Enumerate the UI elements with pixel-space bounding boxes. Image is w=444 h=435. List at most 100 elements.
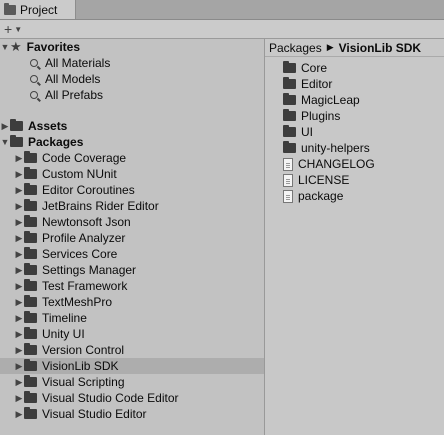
tree-item-package[interactable]: ▶ Test Framework <box>0 278 264 294</box>
tab-bar: Project <box>0 0 444 20</box>
package-label: Custom NUnit <box>42 167 117 181</box>
expand-arrow-icon[interactable]: ▶ <box>14 201 24 212</box>
content-label: Core <box>301 61 328 75</box>
folder-icon <box>10 119 23 131</box>
tree-item-assets[interactable]: ▶ Assets <box>0 118 264 134</box>
tree-item-package[interactable]: ▶ Settings Manager <box>0 262 264 278</box>
favorites-label: Favorites <box>26 40 81 54</box>
tree-item-package[interactable]: ▶ Code Coverage <box>0 150 264 166</box>
collapse-arrow-icon[interactable]: ▼ <box>0 137 10 147</box>
search-icon <box>30 91 38 99</box>
file-icon <box>283 173 293 187</box>
tree-item-package[interactable]: ▶ JetBrains Rider Editor <box>0 198 264 214</box>
folder-tree-panel: ▼ ★ Favorites All Materials All Models A… <box>0 39 265 435</box>
tab-project[interactable]: Project <box>0 0 76 19</box>
expand-arrow-icon[interactable]: ▶ <box>14 249 24 260</box>
package-label: Visual Scripting <box>42 375 125 389</box>
expand-arrow-icon[interactable]: ▶ <box>14 185 24 196</box>
folder-icon <box>24 295 37 307</box>
content-folder-item[interactable]: Editor <box>283 76 332 92</box>
tree-item-package[interactable]: ▶ Visual Studio Editor <box>0 406 264 422</box>
expand-arrow-icon[interactable]: ▶ <box>14 217 24 228</box>
folder-icon <box>24 183 37 195</box>
package-label: Profile Analyzer <box>42 231 126 245</box>
favorite-item[interactable]: All Prefabs <box>0 87 264 103</box>
favorite-label: All Materials <box>45 56 111 70</box>
breadcrumb-root[interactable]: Packages <box>269 41 322 55</box>
content-label: UI <box>301 125 313 139</box>
favorite-item[interactable]: All Models <box>0 71 264 87</box>
expand-arrow-icon[interactable]: ▶ <box>14 329 24 340</box>
folder-icon <box>24 151 37 163</box>
expand-arrow-icon[interactable]: ▶ <box>0 121 10 132</box>
expand-arrow-icon[interactable]: ▶ <box>14 281 24 292</box>
expand-arrow-icon[interactable]: ▶ <box>14 313 24 324</box>
tree-item-packages[interactable]: ▼ Packages <box>0 134 264 150</box>
content-label: package <box>298 189 344 203</box>
add-button[interactable]: + ▼ <box>4 21 22 37</box>
search-icon <box>30 75 38 83</box>
tree-item-package[interactable]: ▶ Timeline <box>0 310 264 326</box>
content-folder-item[interactable]: unity-helpers <box>283 140 370 156</box>
folder-icon <box>24 327 37 339</box>
content-file-item[interactable]: CHANGELOG <box>283 156 375 172</box>
folder-icon <box>24 375 37 387</box>
plus-icon: + <box>4 21 13 37</box>
expand-arrow-icon[interactable]: ▶ <box>14 345 24 356</box>
tree-item-package[interactable]: ▶ TextMeshPro <box>0 294 264 310</box>
expand-arrow-icon[interactable]: ▶ <box>14 361 24 372</box>
content-label: LICENSE <box>298 173 350 187</box>
folder-icon <box>24 279 37 291</box>
tab-label: Project <box>20 2 58 17</box>
tree-item-package[interactable]: ▶ Services Core <box>0 246 264 262</box>
file-icon <box>283 189 293 203</box>
tree-item-package[interactable]: ▶ Newtonsoft Json <box>0 214 264 230</box>
expand-arrow-icon[interactable]: ▶ <box>14 233 24 244</box>
content-folder-item[interactable]: Core <box>283 60 327 76</box>
content-label: MagicLeap <box>301 93 360 107</box>
package-label: Timeline <box>42 311 87 325</box>
tree-item-favorites[interactable]: ▼ ★ Favorites <box>0 39 264 55</box>
package-label: Visual Studio Code Editor <box>42 391 179 405</box>
expand-arrow-icon[interactable]: ▶ <box>14 377 24 388</box>
expand-arrow-icon[interactable]: ▶ <box>14 153 24 164</box>
tree-item-package[interactable]: ▶ Version Control <box>0 342 264 358</box>
folder-icon <box>283 109 296 121</box>
expand-arrow-icon[interactable]: ▶ <box>14 409 24 420</box>
folder-icon <box>24 343 37 355</box>
content-folder-item[interactable]: MagicLeap <box>283 92 360 108</box>
content-folder-item[interactable]: Plugins <box>283 108 340 124</box>
expand-arrow-icon[interactable]: ▶ <box>14 169 24 180</box>
breadcrumb-current[interactable]: VisionLib SDK <box>339 41 421 55</box>
tree-item-package[interactable]: ▶ Profile Analyzer <box>0 230 264 246</box>
breadcrumb: Packages ▶ VisionLib SDK <box>265 39 444 57</box>
content-label: unity-helpers <box>301 141 370 155</box>
content-folder-item[interactable]: UI <box>283 124 313 140</box>
expand-arrow-icon[interactable]: ▶ <box>14 265 24 276</box>
content-file-item[interactable]: LICENSE <box>283 172 349 188</box>
tree-item-package[interactable]: ▶ Custom NUnit <box>0 166 264 182</box>
folder-icon <box>283 93 296 105</box>
content-file-item[interactable]: package <box>283 188 343 204</box>
folder-icon <box>283 61 296 73</box>
expand-arrow-icon[interactable]: ▶ <box>14 393 24 404</box>
content-label: Plugins <box>301 109 341 123</box>
folder-icon <box>283 77 296 89</box>
assets-label: Assets <box>28 119 68 133</box>
tree-item-package[interactable]: ▶ VisionLib SDK <box>0 358 264 374</box>
star-icon: ★ <box>10 39 22 54</box>
tree-item-package[interactable]: ▶ Editor Coroutines <box>0 182 264 198</box>
expand-arrow-icon[interactable]: ▶ <box>14 297 24 308</box>
folder-icon <box>24 311 37 323</box>
expand-arrow-icon[interactable]: ▼ <box>0 42 10 52</box>
folder-icon <box>4 2 16 15</box>
package-label: Newtonsoft Json <box>42 215 131 229</box>
tree-item-package[interactable]: ▶ Visual Scripting <box>0 374 264 390</box>
tree-item-package[interactable]: ▶ Unity UI <box>0 326 264 342</box>
tree-item-package[interactable]: ▶ Visual Studio Code Editor <box>0 390 264 406</box>
folder-icon <box>24 231 37 243</box>
favorite-item[interactable]: All Materials <box>0 55 264 71</box>
folder-icon <box>24 167 37 179</box>
chevron-down-icon: ▼ <box>14 24 23 34</box>
project-toolbar: + ▼ <box>0 20 444 39</box>
